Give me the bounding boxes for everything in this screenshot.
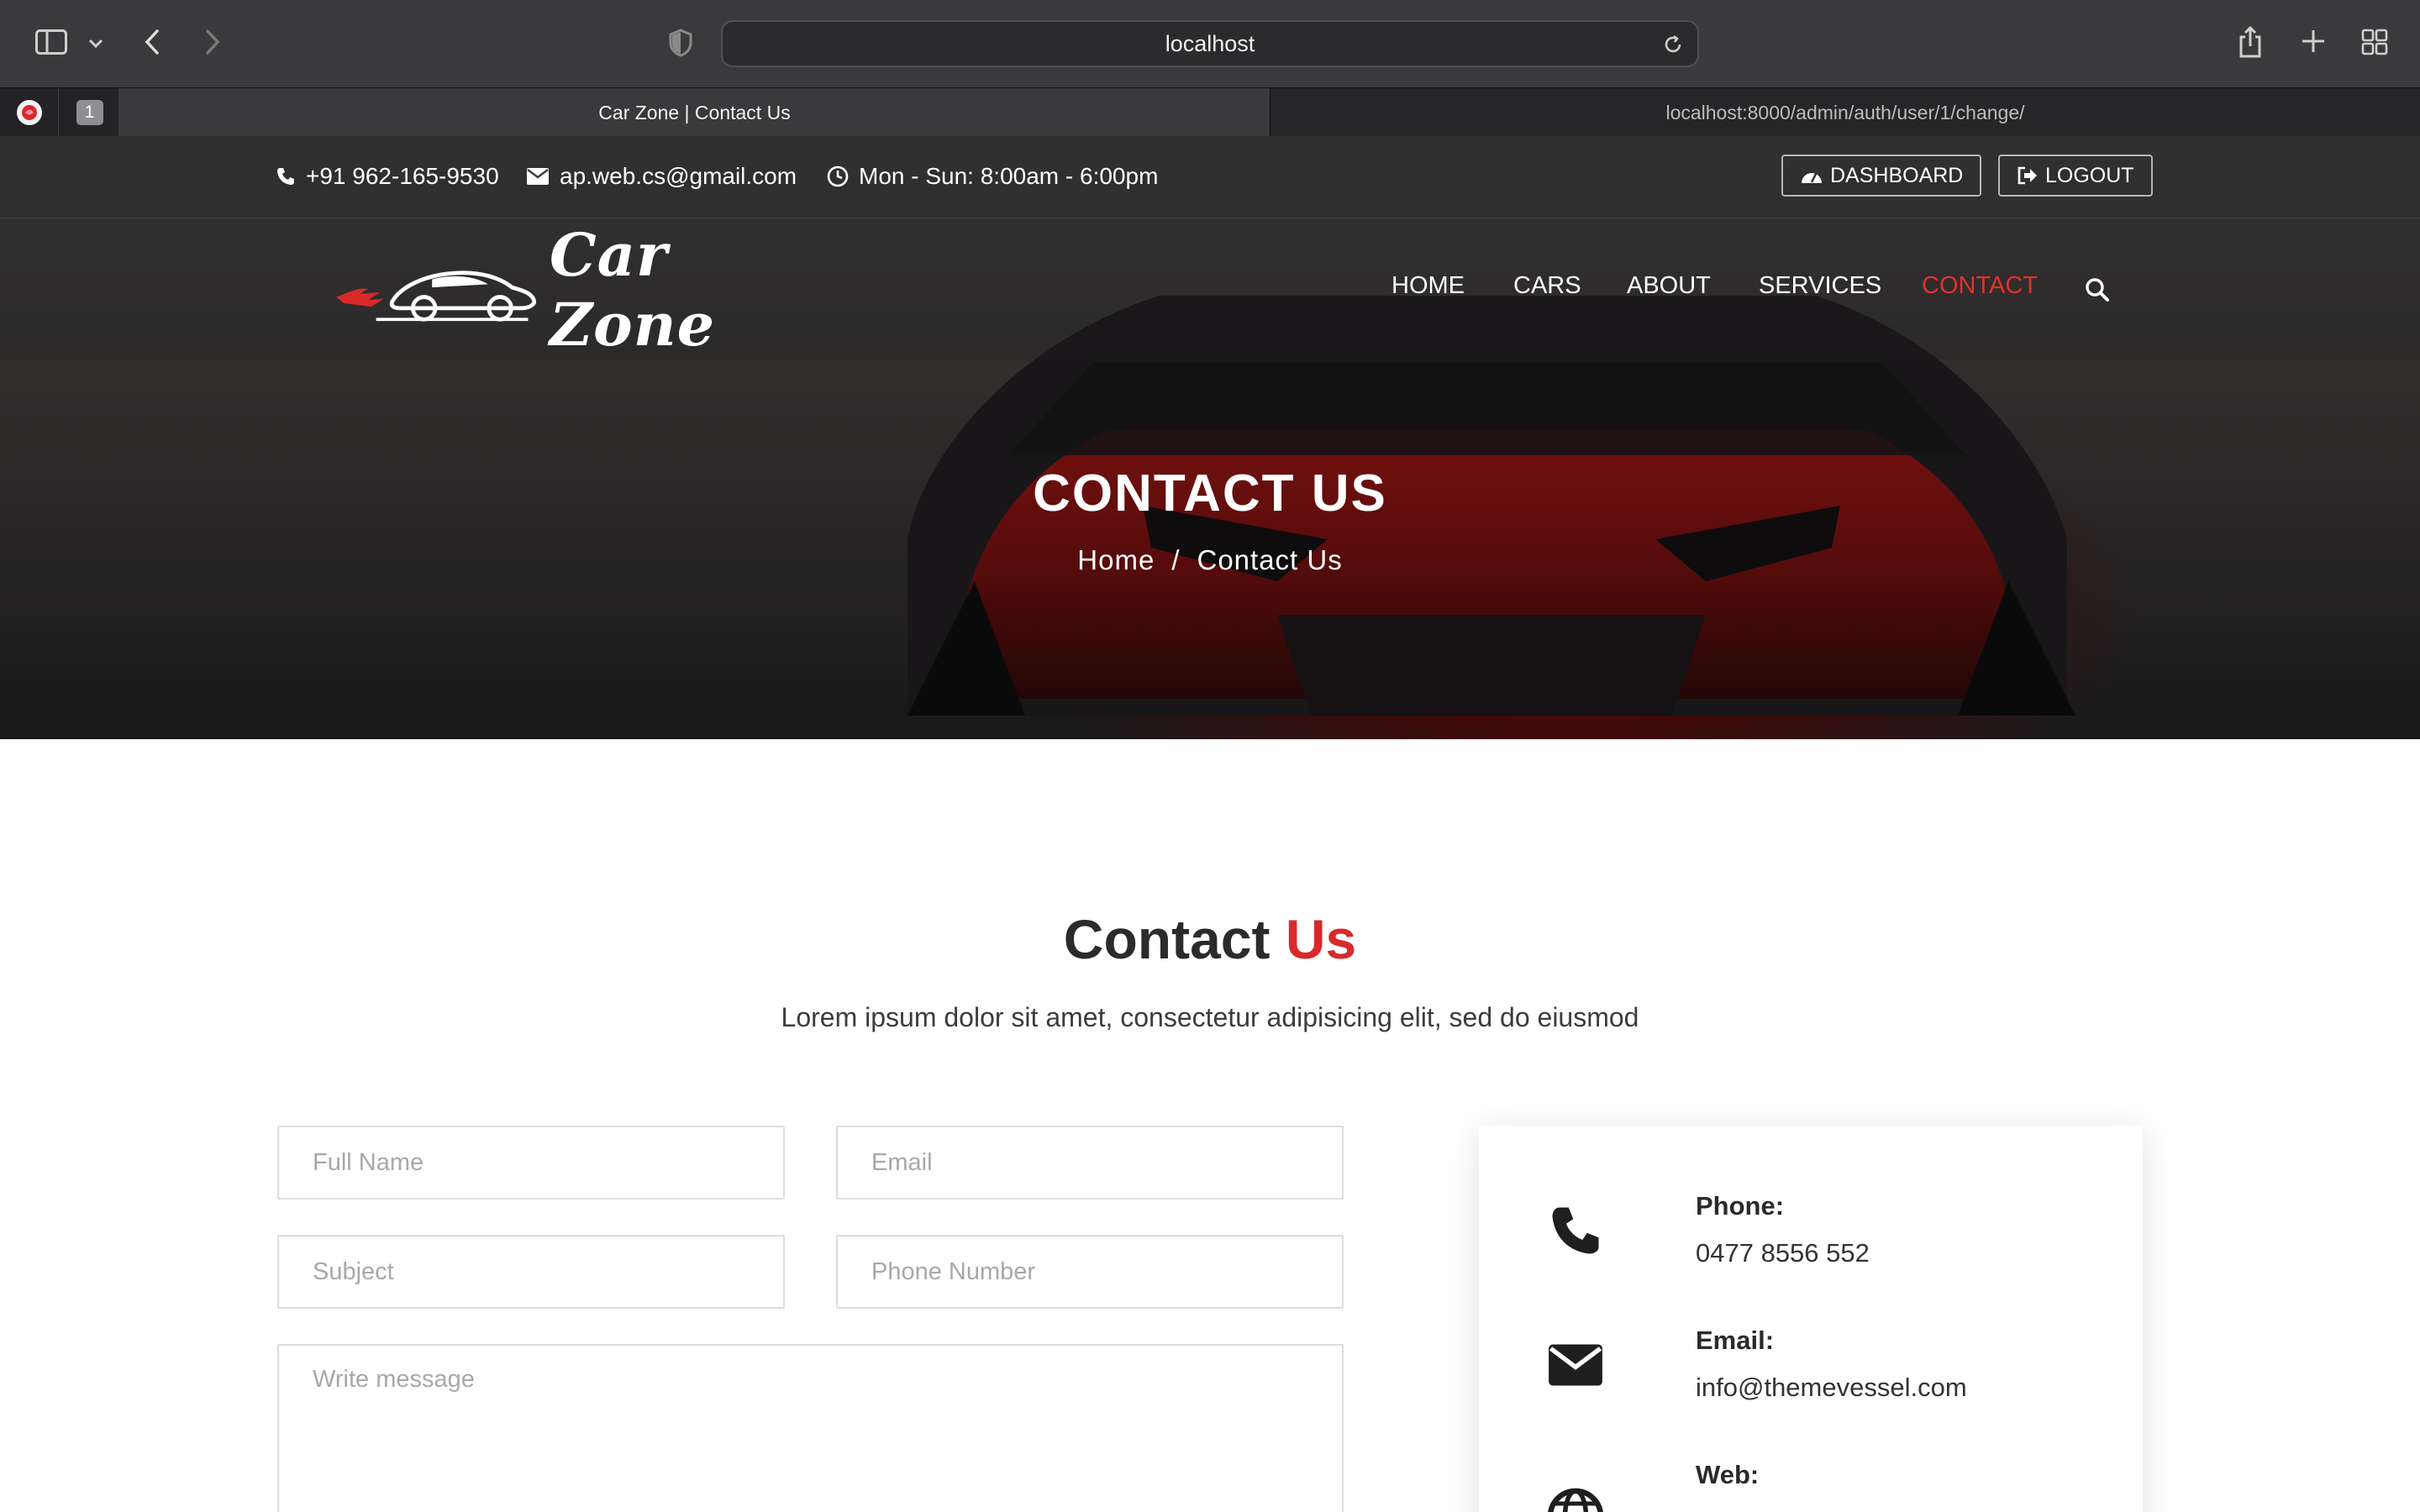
full-name-input[interactable] [277, 1126, 785, 1200]
info-email-label: Email: [1696, 1326, 1775, 1355]
breadcrumb-current: Contact Us [1197, 544, 1343, 575]
search-icon[interactable] [2085, 277, 2110, 307]
main-navbar: Car Zone [0, 218, 2420, 360]
subject-input[interactable] [277, 1235, 785, 1309]
logout-label: LOGOUT [2045, 163, 2134, 187]
top-phone-text: +91 962-165-9530 [306, 163, 499, 189]
envelope-icon [1544, 1334, 1607, 1396]
new-tab-icon[interactable] [2299, 27, 2328, 55]
section-title-accent: Us [1285, 908, 1357, 970]
nav-home[interactable]: HOME [1392, 272, 1465, 300]
top-hours: Mon - Sun: 8:00am - 6:00pm [827, 158, 1158, 195]
nav-services[interactable]: SERVICES [1759, 272, 1881, 300]
info-web-label: Web: [1696, 1460, 1760, 1489]
browser-toolbar: localhost [0, 0, 2420, 87]
info-email-value: info@themevessel.com [1696, 1373, 1967, 1402]
privacy-shield-icon[interactable] [666, 27, 696, 59]
section-title: Contact Us [0, 907, 2420, 971]
breadcrumb: Home / Contact Us [0, 544, 2420, 576]
phone-number-input[interactable] [836, 1235, 1344, 1309]
top-hours-text: Mon - Sun: 8:00am - 6:00pm [859, 163, 1159, 189]
top-email: ap.web.cs@gmail.com [526, 158, 797, 195]
forward-icon[interactable] [200, 25, 225, 59]
brand-logo[interactable]: Car Zone [336, 220, 840, 360]
back-icon[interactable] [139, 25, 165, 59]
message-textarea[interactable] [277, 1344, 1344, 1512]
top-info-bar: +91 962-165-9530 ap.web.cs@gmail.com Mon… [0, 136, 2420, 218]
tab-car-zone-contact[interactable]: Car Zone | Contact Us [119, 88, 1270, 137]
email-input[interactable] [836, 1126, 1344, 1200]
tab-admin-user-change[interactable]: localhost:8000/admin/auth/user/1/change/ [1270, 88, 2420, 137]
section-title-main: Contact [1063, 908, 1270, 970]
brand-name: Car Zone [549, 220, 716, 360]
hero-title: CONTACT US [1033, 465, 1387, 522]
url-text: localhost [1165, 31, 1255, 56]
info-phone-value: 0477 8556 552 [1696, 1238, 1870, 1268]
dashboard-label: DASHBOARD [1830, 163, 1964, 187]
sidebar-toggle-icon[interactable] [34, 27, 69, 57]
phone-icon [1544, 1200, 1607, 1262]
nav-cars[interactable]: CARS [1513, 272, 1581, 300]
hero-banner: +91 962-165-9530 ap.web.cs@gmail.com Mon… [0, 136, 2420, 739]
address-bar[interactable]: localhost [721, 20, 1699, 67]
chevron-down-icon[interactable] [84, 32, 108, 55]
top-phone: +91 962-165-9530 [276, 158, 499, 195]
reload-icon[interactable] [1660, 32, 1686, 57]
pinned-tab-favicon[interactable] [0, 88, 59, 137]
envelope-icon [527, 168, 549, 185]
breadcrumb-home[interactable]: Home [1077, 544, 1155, 575]
contact-info-card: Phone: 0477 8556 552 Email: info@themeve… [1479, 1126, 2143, 1512]
top-email-text: ap.web.cs@gmail.com [560, 163, 797, 189]
tab-badge-number: 1 [76, 100, 103, 125]
car-logo-icon [336, 270, 536, 322]
phone-icon [277, 168, 294, 185]
pinned-tab-badge[interactable]: 1 [60, 88, 119, 137]
tab-overview-icon[interactable] [2360, 27, 2390, 57]
dashboard-button[interactable]: DASHBOARD [1781, 155, 1982, 197]
nav-contact[interactable]: CONTACT [1922, 272, 2038, 300]
globe-icon [1544, 1485, 1607, 1512]
share-icon[interactable] [2235, 24, 2265, 60]
tab-label: localhost:8000/admin/auth/user/1/change/ [1665, 102, 2025, 123]
info-phone-label: Phone: [1696, 1191, 1785, 1221]
dashboard-gauge-icon [1802, 173, 1822, 183]
tab-label: Car Zone | Contact Us [598, 102, 791, 123]
sign-out-icon [2018, 166, 2037, 185]
logout-button[interactable]: LOGOUT [1998, 155, 2153, 197]
clock-icon [827, 165, 849, 187]
section-subtitle: Lorem ipsum dolor sit amet, consectetur … [781, 1002, 1639, 1032]
breadcrumb-separator: / [1171, 544, 1181, 575]
nav-about[interactable]: ABOUT [1627, 272, 1711, 300]
tab-bar: 1 Car Zone | Contact Us localhost:8000/a… [0, 87, 2420, 137]
